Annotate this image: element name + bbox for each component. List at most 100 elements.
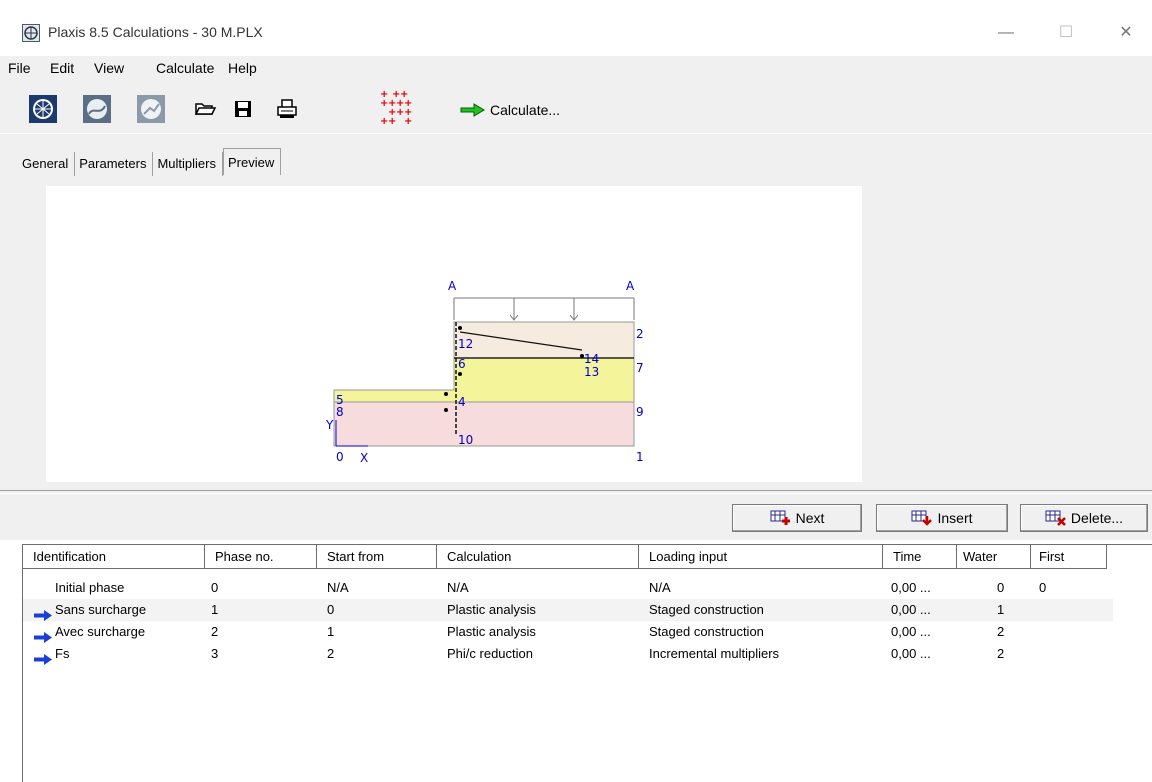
phase-button-row: Next Insert Delete...	[0, 494, 1152, 540]
insert-phase-icon	[911, 510, 933, 526]
tab-preview-label: Preview	[227, 155, 275, 170]
table-row[interactable]: Initial phase 0 N/A N/A N/A 0,00 ... 0 0	[23, 577, 1113, 599]
cell-time: 0,00 ...	[891, 646, 931, 661]
cell-water: 2	[997, 646, 1005, 661]
table-row[interactable]: Fs 3 2 Phi/c reduction Incremental multi…	[23, 643, 1113, 665]
green-arrow-icon	[460, 103, 485, 117]
point-4: 4	[458, 395, 466, 409]
next-button[interactable]: Next	[732, 504, 862, 532]
header-water[interactable]: Water	[957, 545, 1031, 569]
delete-phase-icon	[1045, 510, 1066, 526]
cell-identification: Avec surcharge	[55, 624, 146, 639]
insert-button[interactable]: Insert	[876, 504, 1008, 532]
point-13: 13	[584, 365, 599, 379]
next-button-label: Next	[795, 510, 825, 526]
menu-edit[interactable]: Edit	[50, 60, 74, 76]
header-time[interactable]: Time	[883, 545, 957, 569]
soil-layer-middle-left	[334, 390, 454, 402]
cell-identification: Fs	[55, 646, 70, 661]
svg-text:+: +	[388, 116, 396, 127]
tab-parameters-label: Parameters	[79, 156, 147, 171]
tab-multipliers[interactable]: Multipliers	[153, 152, 223, 176]
point-1: 1	[636, 450, 644, 464]
point-10: 10	[458, 433, 473, 447]
cell-start-from: 1	[327, 624, 335, 639]
menu-help[interactable]: Help	[228, 60, 257, 76]
plaxis-app-icon	[22, 24, 40, 42]
open-folder-icon[interactable]	[190, 94, 220, 124]
maximize-button[interactable]: ☐	[1046, 18, 1086, 48]
output-program-icon[interactable]	[82, 94, 112, 124]
menu-file[interactable]: File	[8, 60, 31, 76]
window-title: Plaxis 8.5 Calculations - 30 M.PLX	[48, 24, 263, 40]
geometry-preview: A A X Y 0 1 2 7 9 8 5 6 4 10 14 13 12	[325, 279, 644, 465]
header-start-from[interactable]: Start from	[317, 545, 437, 569]
point-8: 8	[336, 405, 344, 419]
cell-loading-input: Staged construction	[649, 602, 764, 617]
table-row[interactable]: Avec surcharge 2 1 Plastic analysis Stag…	[23, 621, 1113, 643]
point-9: 9	[636, 405, 644, 419]
tab-general-label: General	[22, 156, 69, 171]
cell-water: 1	[997, 602, 1005, 617]
insert-button-label: Insert	[937, 510, 973, 526]
header-calculation[interactable]: Calculation	[437, 545, 639, 569]
soil-layer-middle-right	[454, 358, 634, 402]
tab-preview[interactable]: Preview	[222, 148, 282, 175]
cell-identification: Initial phase	[55, 580, 125, 595]
print-icon[interactable]	[272, 94, 302, 124]
table-row[interactable]: Sans surcharge 1 0 Plastic analysis Stag…	[23, 599, 1113, 621]
tab-general[interactable]: General	[18, 152, 76, 176]
cell-phase-no: 0	[211, 580, 219, 595]
cell-calculation: Plastic analysis	[447, 602, 536, 617]
header-identification[interactable]: Identification	[23, 545, 205, 569]
tab-parameters[interactable]: Parameters	[75, 152, 154, 176]
point-2: 2	[636, 327, 644, 341]
cell-start-from: 2	[327, 646, 335, 661]
header-phase-no[interactable]: Phase no.	[205, 545, 317, 569]
phase-table: Identification Phase no. Start from Calc…	[22, 544, 1152, 782]
cell-time: 0,00 ...	[891, 624, 931, 639]
svg-text:+: +	[404, 116, 412, 127]
cell-calculation: N/A	[447, 580, 469, 595]
next-phase-icon	[770, 510, 790, 525]
tab-strip: General Parameters Multipliers Preview	[18, 148, 282, 178]
phase-arrow-icon	[34, 654, 52, 665]
cell-start-from: N/A	[327, 580, 349, 595]
menu-calculate[interactable]: Calculate	[156, 60, 214, 76]
cell-loading-input: Incremental multipliers	[649, 646, 780, 661]
calculate-button[interactable]: Calculate...	[460, 99, 560, 121]
axis-x-label: X	[360, 451, 368, 465]
point-0: 0	[336, 450, 344, 464]
soil-layer-bottom	[334, 402, 634, 446]
delete-button[interactable]: Delete...	[1020, 504, 1148, 532]
cell-loading-input: N/A	[649, 580, 671, 595]
curves-program-icon[interactable]	[136, 94, 166, 124]
section-label-a1: A	[448, 279, 457, 293]
cell-phase-no: 3	[211, 646, 219, 661]
close-button[interactable]: ✕	[1106, 18, 1146, 48]
cell-phase-no: 1	[211, 602, 219, 617]
cell-calculation: Phi/c reduction	[447, 646, 533, 661]
cell-water: 0	[997, 580, 1005, 595]
cell-time: 0,00 ...	[891, 602, 931, 617]
cell-first: 0	[1039, 580, 1047, 595]
header-loading-input[interactable]: Loading input	[639, 545, 883, 569]
input-program-icon[interactable]	[28, 94, 58, 124]
tab-multipliers-label: Multipliers	[157, 156, 216, 171]
calculate-label: Calculate...	[490, 102, 561, 118]
point-5: 5	[336, 393, 344, 407]
select-points-icon[interactable]: + + + + + + + + + + + + +	[378, 88, 414, 128]
header-first[interactable]: First	[1031, 545, 1107, 569]
soil-layer-top	[454, 322, 634, 358]
point-14: 14	[584, 352, 599, 366]
cell-calculation: Plastic analysis	[447, 624, 536, 639]
menu-bar: File Edit View Calculate Help	[0, 56, 1152, 82]
point-12: 12	[458, 337, 473, 351]
cell-phase-no: 2	[211, 624, 219, 639]
save-icon[interactable]	[228, 94, 258, 124]
minimize-button[interactable]: —	[986, 18, 1026, 48]
point-7: 7	[636, 361, 644, 375]
menu-view[interactable]: View	[94, 60, 124, 76]
cell-loading-input: Staged construction	[649, 624, 764, 639]
preview-canvas: A A X Y 0 1 2 7 9 8 5 6 4 10 14 13 12	[46, 186, 862, 482]
